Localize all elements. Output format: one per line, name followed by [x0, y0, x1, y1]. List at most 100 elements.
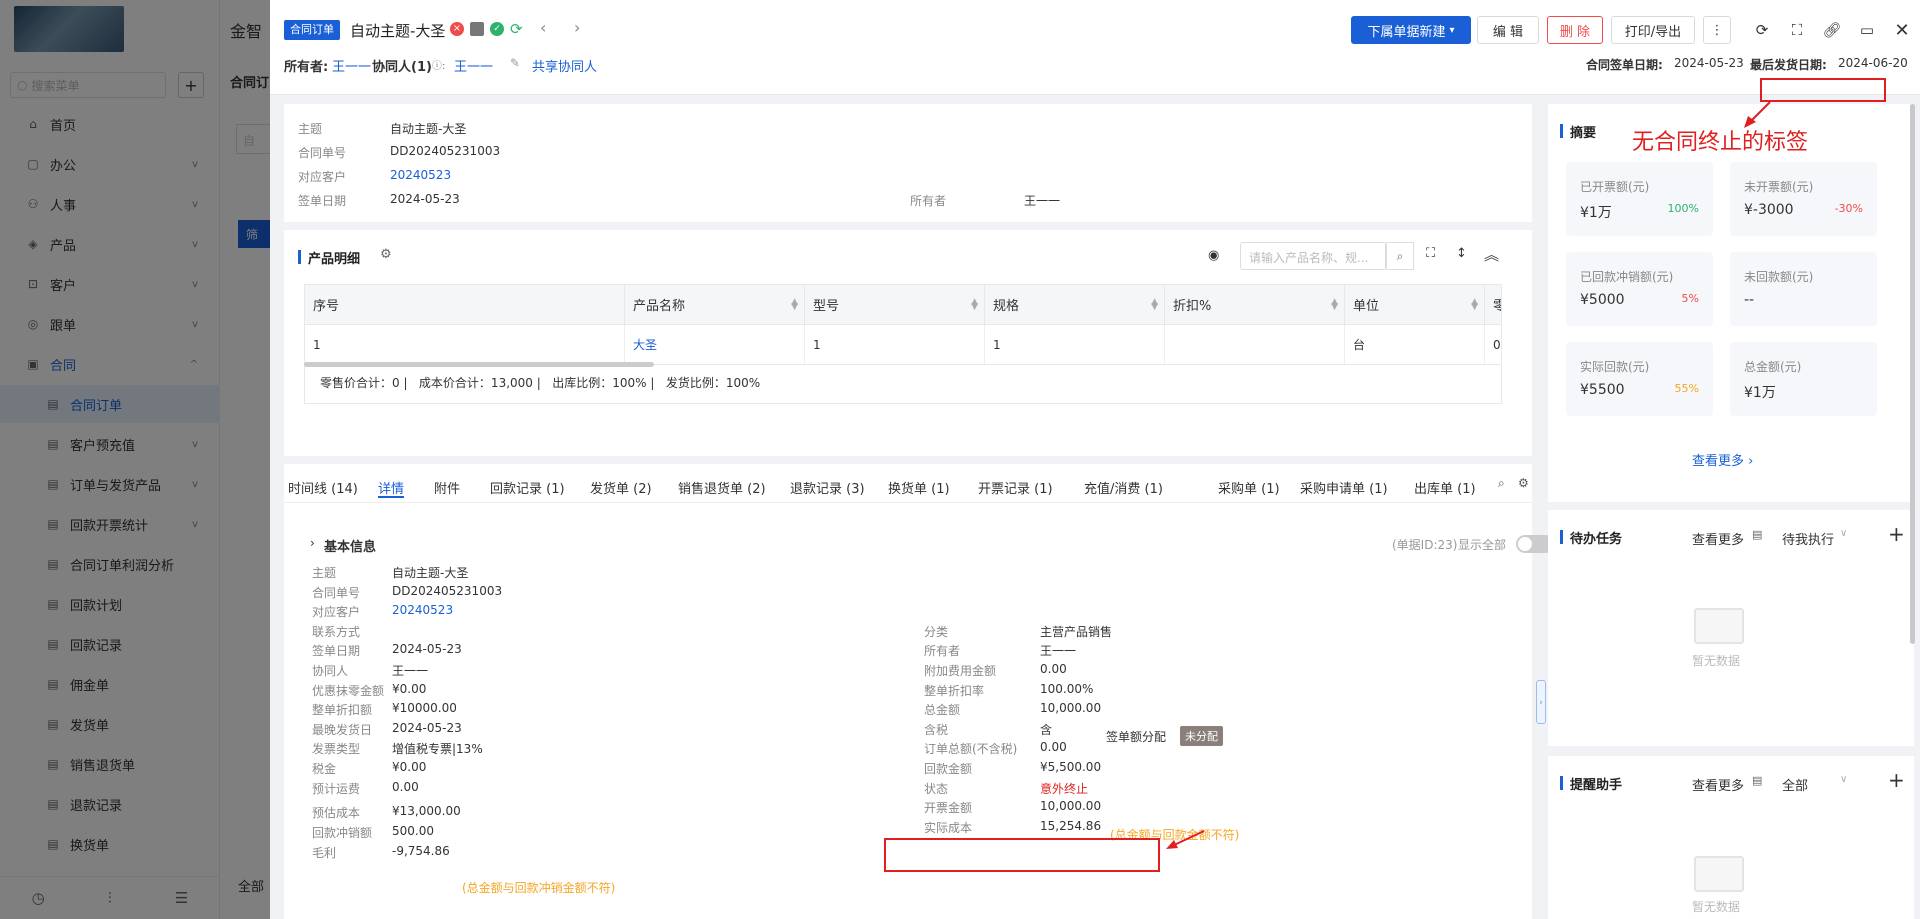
sort-icon[interactable]: ▲ ▼ [971, 297, 978, 311]
detail-left-key: 毛利 [312, 846, 337, 860]
link-icon[interactable]: 🔗︎ [1818, 16, 1846, 44]
tab-8[interactable]: 开票记录 (1) [978, 478, 1053, 497]
calendar-icon[interactable]: ▤ [1752, 528, 1762, 541]
product-search-button[interactable]: ⌕ [1386, 242, 1414, 270]
left-warning: (总金额与回款冲销金额不符) [462, 881, 616, 895]
chevron-down-icon[interactable]: ∨ [1840, 774, 1847, 785]
column-header: 零 [1485, 285, 1501, 325]
todo-more[interactable]: 查看更多 [1692, 529, 1744, 548]
tab-6[interactable]: 退款记录 (3) [790, 478, 865, 497]
expand-icon[interactable]: ⛶ [1426, 246, 1435, 261]
sort-icon[interactable]: ▲ ▼ [1151, 297, 1158, 311]
reminder-more[interactable]: 查看更多 [1692, 775, 1744, 794]
alloc-badge: 未分配 [1180, 726, 1223, 746]
detail-right-value: 意外终止 [1040, 781, 1089, 796]
owner-link[interactable]: 王一一 [332, 56, 371, 75]
stop-icon[interactable] [470, 22, 484, 36]
detail-left-key: 协同人 [312, 664, 349, 678]
detail-right-value: 0.00 [1040, 740, 1067, 755]
add-icon[interactable]: + [1888, 522, 1905, 546]
stat-title: 已开票额(元) [1580, 180, 1650, 194]
cell-value: 0 [1493, 337, 1501, 352]
close-icon[interactable]: ✕ [1888, 16, 1916, 44]
new-sub-document-button[interactable]: 下属单据新建 ▾ [1351, 16, 1471, 44]
chevron-right-icon[interactable]: › [310, 536, 315, 550]
table-scrollbar[interactable] [304, 362, 654, 367]
tab-1[interactable]: 详情 [378, 478, 404, 497]
detail-right-key: 总金额 [924, 703, 961, 718]
stat-title: 已回款冲销额(元) [1580, 270, 1674, 284]
side-collapse-handle[interactable]: › [1536, 680, 1546, 724]
tab-9[interactable]: 充值/消费 (1) [1084, 478, 1163, 497]
tab-12[interactable]: 出库单 (1) [1414, 478, 1476, 497]
detail-left-key: 预估成本 [312, 806, 361, 820]
table-cell: 1 [305, 325, 625, 365]
sort-icon[interactable]: ▲ ▼ [791, 297, 798, 311]
tab-3[interactable]: 回款记录 (1) [490, 478, 565, 497]
tab-2[interactable]: 附件 [434, 478, 460, 497]
tab-4[interactable]: 发货单 (2) [590, 478, 652, 497]
summary-value[interactable]: 20240523 [390, 168, 451, 182]
summary-label: 签单日期 [298, 194, 347, 208]
sort-icon[interactable]: ▲ ▼ [1471, 297, 1478, 311]
close-circle-icon[interactable]: × [450, 22, 464, 36]
settings-icon[interactable]: ⚙ [1518, 476, 1529, 490]
detail-right-value: 15,254.86 [1040, 818, 1102, 833]
refresh-green-icon[interactable]: ⟳ [510, 20, 523, 38]
annotation-arrow-status [1166, 830, 1205, 849]
stat-card: 实际回款(元) ¥5500 55% [1566, 342, 1713, 416]
import-icon[interactable]: ◉ [1208, 248, 1219, 263]
abstract-more-link[interactable]: 查看更多 › [1692, 450, 1753, 469]
fullscreen-icon[interactable]: ⛶ [1783, 16, 1811, 44]
refresh-icon[interactable]: ⟳ [1748, 16, 1776, 44]
detail-right-value: 10,000.00 [1040, 799, 1102, 814]
details-card: ⌕ ⚙ › 基本信息 (单据ID:23) 显示全部 签单额分配 未分配 (总金额… [284, 464, 1554, 919]
check-circle-icon[interactable]: ✓ [490, 22, 504, 36]
search-icon[interactable]: ⌕ [1498, 476, 1505, 491]
todo-card: 待办任务 查看更多 ▤ 待我执行 ∨ + 暂无数据 [1548, 510, 1914, 746]
prev-arrow-icon[interactable]: ‹ [540, 18, 546, 37]
empty-box-icon [1694, 608, 1744, 644]
collab-label: 协同人(1) [372, 60, 432, 75]
height-icon[interactable]: ↕ [1456, 246, 1467, 261]
add-icon[interactable]: + [1888, 768, 1905, 792]
tabs-divider [284, 502, 1532, 503]
tab-7[interactable]: 换货单 (1) [888, 478, 950, 497]
edit-button[interactable]: 编 辑 [1477, 16, 1539, 44]
summary-label: 对应客户 [298, 170, 347, 184]
share-collab-link[interactable]: 共享协同人 [532, 56, 597, 75]
help-icon[interactable]: ⓘ: [432, 57, 445, 72]
page-scrollbar[interactable] [1910, 104, 1915, 644]
detail-left-key: 联系方式 [312, 624, 361, 639]
next-arrow-icon[interactable]: › [574, 18, 580, 37]
tab-10[interactable]: 采购单 (1) [1218, 478, 1280, 497]
detail-left-value: DD202405231003 [392, 583, 503, 598]
tab-5[interactable]: 销售退货单 (2) [678, 478, 766, 497]
collab-link[interactable]: 王一一 [454, 56, 493, 75]
tab-11[interactable]: 采购申请单 (1) [1300, 478, 1388, 497]
calendar-icon[interactable]: ▤ [1752, 774, 1762, 787]
collapse-up-icon[interactable]: ︽ [1484, 244, 1499, 265]
owner-label: 所有者: [284, 60, 329, 75]
tab-0[interactable]: 时间线 (14) [288, 478, 358, 497]
cell-value: 台 [1353, 338, 1366, 352]
detail-left-key: 发票类型 [312, 742, 361, 757]
product-search-input[interactable]: 请输入产品名称、规... [1240, 242, 1386, 270]
delete-button[interactable]: 删 除 [1547, 16, 1603, 44]
todo-filter[interactable]: 待我执行 [1782, 529, 1834, 548]
reminder-filter[interactable]: 全部 [1782, 775, 1808, 794]
detail-left-value[interactable]: 20240523 [392, 603, 453, 617]
detail-left-value: ¥0.00 [392, 681, 427, 696]
cell-value[interactable]: 大圣 [633, 336, 657, 353]
sort-icon[interactable]: ▲ ▼ [1331, 297, 1338, 311]
cell-value: 1 [313, 337, 321, 352]
pin-window-icon[interactable]: ▭ [1853, 16, 1881, 44]
table-cell[interactable]: 大圣 [625, 325, 805, 365]
more-options-button[interactable]: ⋮ [1703, 16, 1731, 44]
print-export-button[interactable]: 打印/导出 [1611, 16, 1695, 44]
settings-icon[interactable]: ⚙ [380, 247, 392, 262]
summary-value: 自动主题-大圣 [390, 122, 467, 136]
chevron-down-icon[interactable]: ∨ [1840, 528, 1847, 539]
cell-value: 1 [813, 337, 821, 352]
column-header-label: 规格 [993, 299, 1020, 314]
